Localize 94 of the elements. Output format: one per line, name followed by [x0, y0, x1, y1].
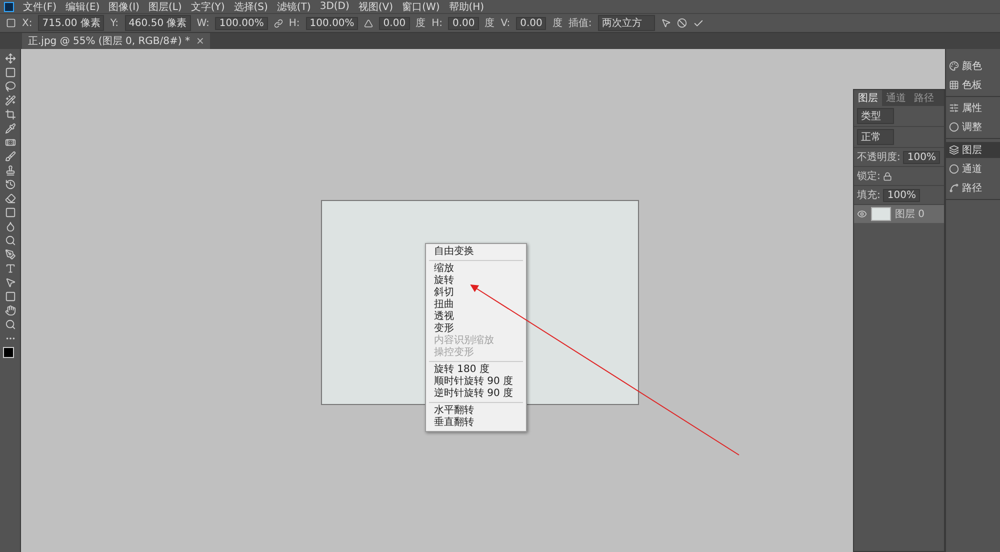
- field-label: H:: [288, 18, 300, 28]
- input-field[interactable]: 0.00: [448, 16, 479, 30]
- blend-mode-dropdown[interactable]: 正常: [857, 129, 894, 145]
- link-icon[interactable]: [274, 18, 283, 28]
- fill-field[interactable]: 100%: [883, 188, 920, 202]
- context-menu-item[interactable]: 变形: [426, 323, 526, 335]
- opacity-field[interactable]: 100%: [903, 150, 940, 164]
- menu-item[interactable]: 窗口(W): [402, 0, 440, 14]
- crop-icon[interactable]: [4, 109, 16, 120]
- eyedropper-icon[interactable]: [4, 123, 16, 134]
- history-brush-icon[interactable]: [4, 179, 16, 190]
- sliders-icon: [949, 103, 959, 113]
- menu-item[interactable]: 选择(S): [234, 0, 268, 14]
- droplet-icon[interactable]: [4, 221, 16, 232]
- fill-label: 填充:: [857, 188, 880, 202]
- filter-dropdown[interactable]: 类型: [857, 108, 894, 124]
- panel-tab[interactable]: 通道: [882, 90, 910, 106]
- circle-icon: [949, 164, 959, 174]
- menu-item[interactable]: 图层(L): [148, 0, 182, 14]
- layer-name: 图层 0: [895, 208, 925, 221]
- stamp-icon[interactable]: [4, 165, 16, 176]
- context-menu-item[interactable]: 缩放: [426, 263, 526, 275]
- dock-item[interactable]: 颜色: [946, 58, 1000, 74]
- layer-thumbnail: [871, 207, 891, 221]
- palette-icon: [949, 61, 959, 71]
- context-menu-item[interactable]: 垂直翻转: [426, 417, 526, 429]
- zoom-icon[interactable]: [4, 319, 16, 330]
- pointer-icon[interactable]: [4, 277, 16, 288]
- context-menu-item[interactable]: 逆时针旋转 90 度: [426, 388, 526, 400]
- dock-item[interactable]: 色板: [946, 77, 1000, 93]
- context-menu-item[interactable]: 扭曲: [426, 299, 526, 311]
- lock-icon[interactable]: [883, 172, 892, 180]
- type-icon[interactable]: [4, 263, 16, 274]
- input-field[interactable]: 0.00: [516, 16, 546, 30]
- cancel-icon[interactable]: [676, 18, 687, 28]
- menu-item[interactable]: 帮助(H): [448, 0, 484, 14]
- context-menu-item[interactable]: 自由变换: [426, 246, 526, 258]
- app-logo-icon: [4, 2, 14, 12]
- input-field[interactable]: 100.00%: [215, 16, 268, 30]
- input-field[interactable]: 460.50 像素: [124, 15, 191, 31]
- dock-item[interactable]: 路径: [946, 180, 1000, 196]
- context-menu-item[interactable]: 顺时针旋转 90 度: [426, 376, 526, 388]
- grid-icon: [949, 80, 959, 90]
- menu-item[interactable]: 文件(F): [23, 0, 57, 14]
- move-icon[interactable]: [4, 53, 16, 64]
- unit-label: 度: [552, 16, 562, 30]
- panel-tab[interactable]: 图层: [854, 90, 882, 106]
- hand-icon[interactable]: [4, 305, 16, 316]
- close-button[interactable]: ×: [196, 36, 204, 46]
- layers-icon: [949, 145, 959, 155]
- brush-icon[interactable]: [4, 151, 16, 162]
- dock-item[interactable]: 属性: [946, 100, 1000, 116]
- menu-item[interactable]: 文字(Y): [190, 0, 225, 14]
- field-label: 插值:: [568, 17, 592, 30]
- context-menu-item[interactable]: 透视: [426, 311, 526, 323]
- dock-item[interactable]: 调整: [946, 119, 1000, 135]
- rectangle-icon[interactable]: [4, 291, 16, 302]
- eraser-icon[interactable]: [4, 193, 16, 204]
- opacity-label: 不透明度:: [857, 150, 900, 164]
- context-menu-item[interactable]: 旋转: [426, 275, 526, 287]
- menu-item[interactable]: 图像(I): [108, 0, 140, 14]
- context-menu-item[interactable]: 斜切: [426, 287, 526, 299]
- field-label: V:: [500, 18, 510, 28]
- marquee-icon[interactable]: [4, 67, 16, 78]
- menu-item[interactable]: 视图(V): [358, 0, 394, 14]
- pen-icon[interactable]: [4, 249, 16, 260]
- wand-icon[interactable]: [4, 95, 16, 106]
- bandage-icon[interactable]: [4, 137, 16, 148]
- menu-item[interactable]: 滤镜(T): [276, 0, 311, 14]
- input-field[interactable]: 715.00 像素: [38, 15, 104, 31]
- context-menu-item[interactable]: 水平翻转: [426, 405, 526, 417]
- context-menu-item[interactable]: 旋转 180 度: [426, 364, 526, 376]
- dock-item[interactable]: 图层: [946, 142, 1000, 158]
- lock-label: 锁定:: [857, 170, 880, 183]
- input-field[interactable]: 0.00: [379, 16, 410, 30]
- interpolation-dropdown[interactable]: 两次立方: [598, 15, 655, 31]
- panel-tab[interactable]: 路径: [910, 90, 938, 106]
- unit-label: 度: [484, 16, 495, 30]
- commit-icon[interactable]: [692, 18, 704, 28]
- field-label: X:: [22, 18, 32, 28]
- lasso-icon[interactable]: [4, 81, 16, 92]
- field-label: H:: [432, 18, 442, 28]
- document-tab[interactable]: 正.jpg @ 55% (图层 0, RGB/8#) * ×: [22, 33, 210, 49]
- field-label: W:: [196, 18, 210, 28]
- menu-item[interactable]: 3D(D): [320, 1, 350, 12]
- circle-icon: [949, 122, 959, 132]
- eye-icon[interactable]: [857, 209, 867, 219]
- color-swatch-icon[interactable]: [3, 347, 17, 361]
- field-label: Y:: [110, 18, 119, 28]
- menu-item[interactable]: 编辑(E): [66, 0, 100, 14]
- unit-label: 度: [416, 16, 426, 30]
- input-field[interactable]: 100.00%: [306, 16, 358, 30]
- dock-item[interactable]: 通道: [946, 161, 1000, 177]
- path-icon: [949, 183, 959, 193]
